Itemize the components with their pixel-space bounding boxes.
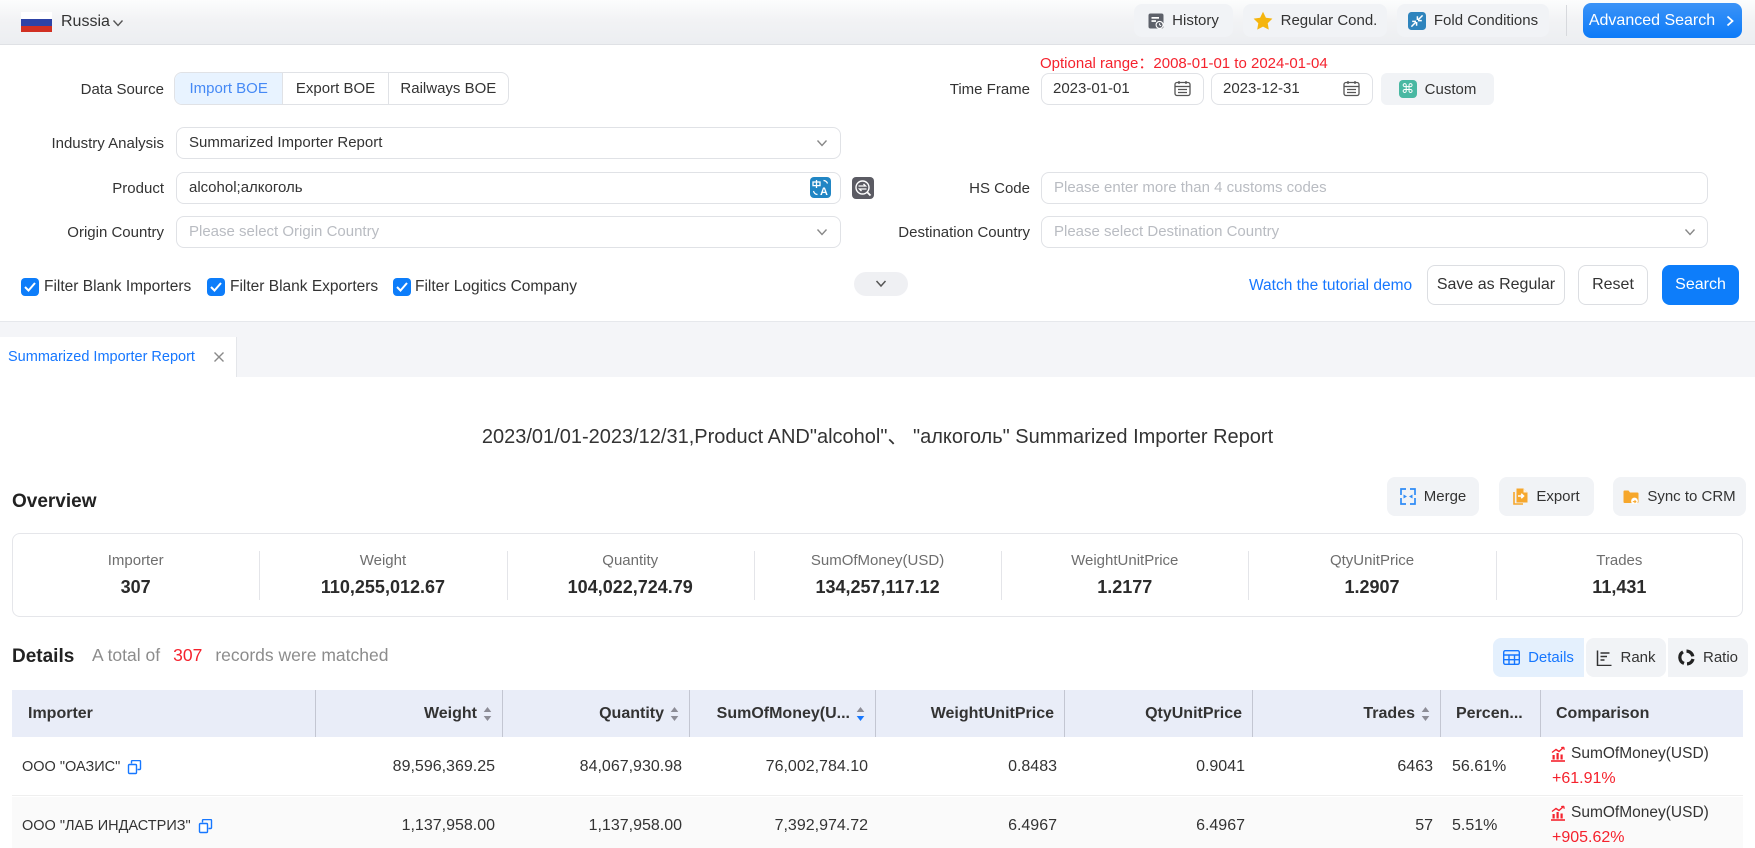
svg-text:A: A — [820, 186, 828, 198]
